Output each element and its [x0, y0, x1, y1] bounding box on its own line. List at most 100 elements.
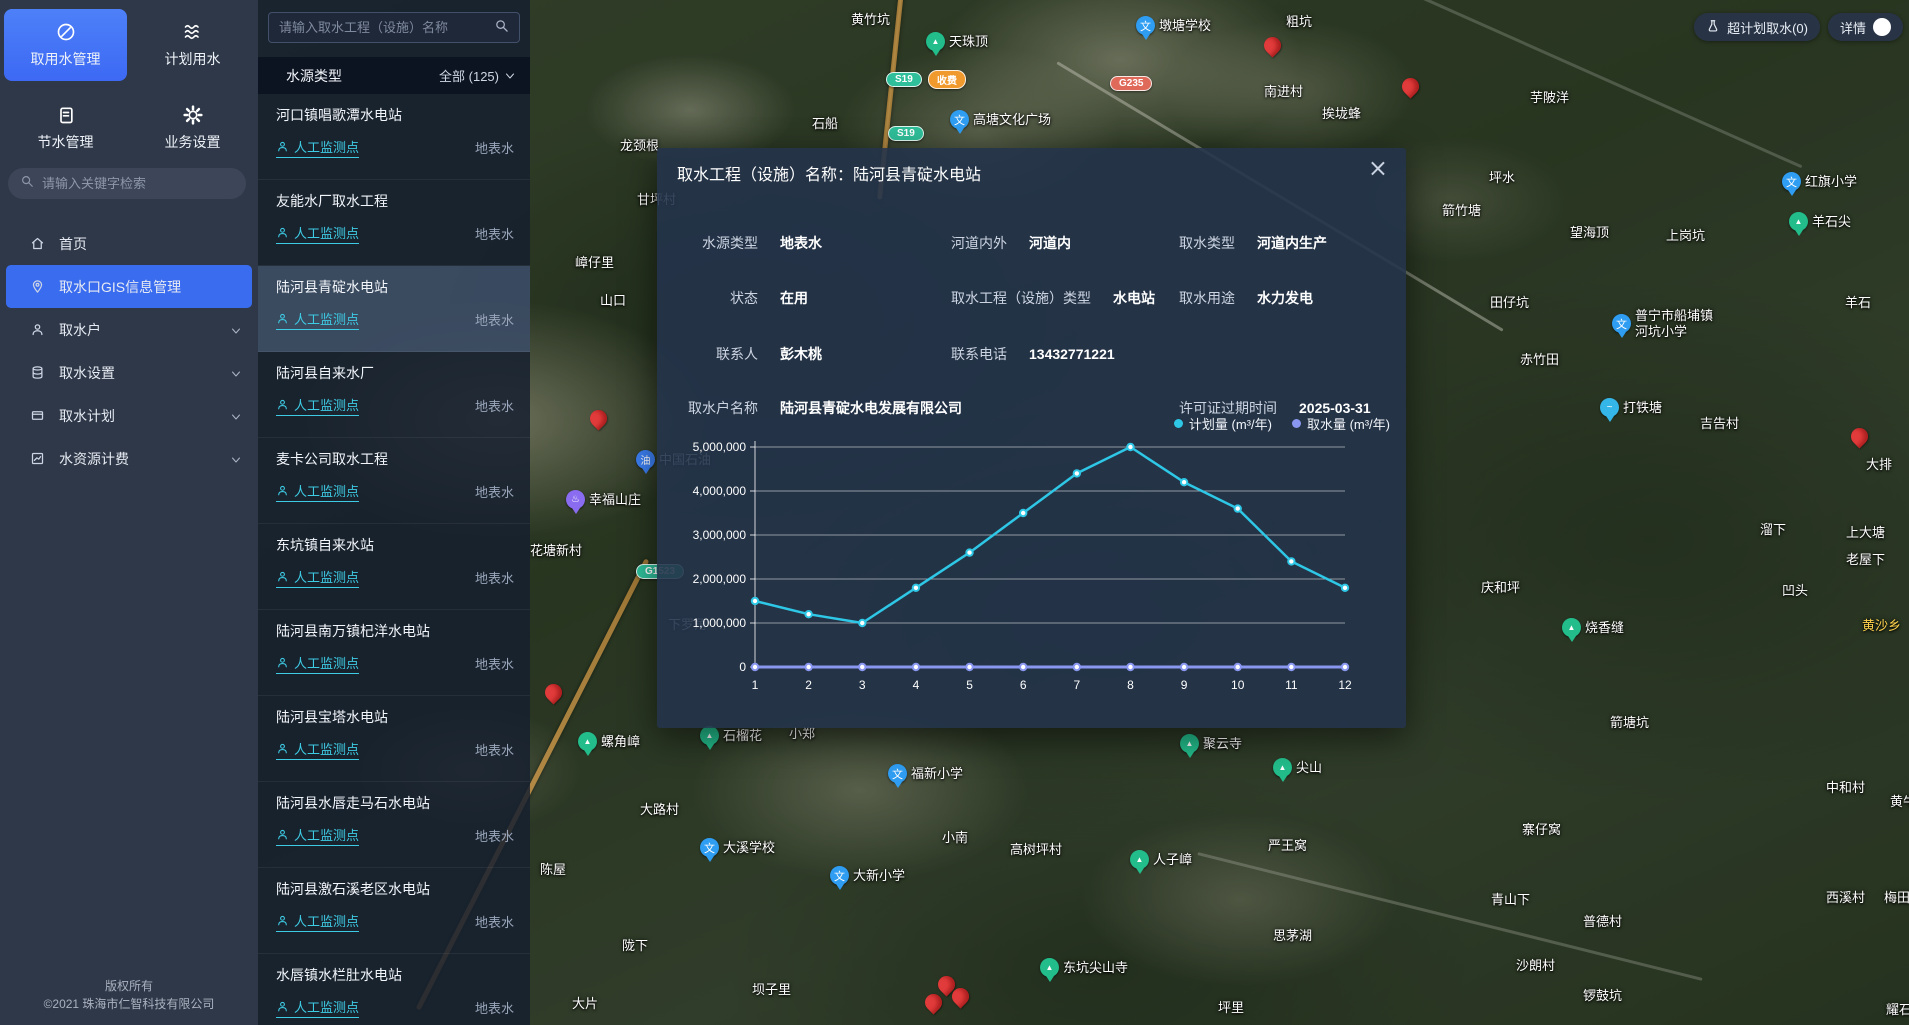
- svg-text:2,000,000: 2,000,000: [693, 572, 747, 586]
- station-subrow: 人工监测点地表水: [276, 395, 514, 416]
- station-list-item[interactable]: 陆河县南万镇杞洋水电站人工监测点地表水: [258, 610, 530, 696]
- over-plan-label: 超计划取水(0): [1727, 18, 1808, 37]
- modal-field: 取水用途水力发电: [1179, 288, 1313, 308]
- field-label: 联系电话: [951, 344, 1007, 364]
- red-map-pin[interactable]: [1398, 74, 1422, 98]
- module-business-settings[interactable]: 业务设置: [131, 92, 254, 164]
- person-icon: [276, 656, 289, 669]
- manual-monitor-link[interactable]: 人工监测点: [276, 653, 359, 674]
- station-search-input[interactable]: [279, 20, 494, 35]
- map-poi[interactable]: ~打铁塘: [1600, 398, 1662, 417]
- red-map-pin[interactable]: [586, 406, 610, 430]
- sidebar-search-input[interactable]: [42, 176, 234, 191]
- monitor-label: 人工监测点: [294, 223, 359, 242]
- map-poi-label: 人子嶂: [1153, 852, 1192, 868]
- over-plan-water-button[interactable]: 超计划取水(0): [1694, 13, 1820, 41]
- station-list-item[interactable]: 陆河县宝塔水电站人工监测点地表水: [258, 696, 530, 782]
- toggle-knob[interactable]: [1873, 18, 1891, 36]
- search-icon: [20, 174, 34, 193]
- manual-monitor-link[interactable]: 人工监测点: [276, 481, 359, 502]
- map-poi[interactable]: 文高塘文化广场: [950, 110, 1051, 129]
- map-poi[interactable]: ▲尖山: [1273, 758, 1322, 777]
- station-list-item[interactable]: 陆河县自来水厂人工监测点地表水: [258, 352, 530, 438]
- field-value: 陆河县青碇水电发展有限公司: [780, 398, 962, 418]
- map-poi-label: 螺角嶂: [601, 734, 640, 750]
- map-poi[interactable]: ▲天珠顶: [926, 32, 988, 51]
- red-map-pin[interactable]: [541, 680, 565, 704]
- field-label: 状态: [677, 288, 758, 308]
- map-poi[interactable]: 文红旗小学: [1782, 172, 1857, 191]
- map-poi[interactable]: ▲烧香缝: [1562, 618, 1624, 637]
- sidebar-item-4[interactable]: 取水计划: [0, 394, 258, 437]
- close-icon[interactable]: ×: [1368, 156, 1388, 180]
- map-poi[interactable]: ▲人子嶂: [1130, 850, 1192, 869]
- svg-text:5,000,000: 5,000,000: [693, 440, 747, 454]
- module-planned-water-use[interactable]: 计划用水: [131, 9, 254, 81]
- flask-icon: [1706, 19, 1720, 36]
- map-poi[interactable]: ▲螺角嶂: [578, 732, 640, 751]
- school-poi-icon: 文: [1612, 314, 1631, 333]
- legend-dot: [1174, 419, 1183, 428]
- map-poi[interactable]: 文大溪学校: [700, 838, 775, 857]
- sidebar-search-box[interactable]: [8, 168, 246, 199]
- red-map-pin[interactable]: [1847, 424, 1871, 448]
- map-poi[interactable]: 文普宁市船埔镇 河坑小学: [1612, 308, 1713, 339]
- station-list-item[interactable]: 东坑镇自来水站人工监测点地表水: [258, 524, 530, 610]
- manual-monitor-link[interactable]: 人工监测点: [276, 137, 359, 158]
- filter-value: 全部 (125): [439, 66, 499, 85]
- map-place-label: 嶂仔里: [575, 255, 614, 271]
- station-list-item[interactable]: 陆河县水唇走马石水电站人工监测点地表水: [258, 782, 530, 868]
- map-poi[interactable]: 文墩塘学校: [1136, 16, 1211, 35]
- manual-monitor-link[interactable]: 人工监测点: [276, 223, 359, 244]
- station-list-item[interactable]: 陆河县青碇水电站人工监测点地表水: [258, 266, 530, 352]
- sidebar-item-5[interactable]: 水资源计费: [0, 437, 258, 480]
- station-list-item[interactable]: 友能水厂取水工程人工监测点地表水: [258, 180, 530, 266]
- manual-monitor-link[interactable]: 人工监测点: [276, 309, 359, 330]
- station-list-item[interactable]: 河口镇唱歌潭水电站人工监测点地表水: [258, 94, 530, 180]
- sidebar-item-3[interactable]: 取水设置: [0, 351, 258, 394]
- manual-monitor-link[interactable]: 人工监测点: [276, 997, 359, 1018]
- filter-dropdown[interactable]: 全部 (125): [439, 66, 516, 85]
- chevron-down-icon: [230, 367, 242, 379]
- map-poi[interactable]: 文福新小学: [888, 764, 963, 783]
- station-list-item[interactable]: 水唇镇水栏肚水电站人工监测点地表水: [258, 954, 530, 1025]
- manual-monitor-link[interactable]: 人工监测点: [276, 395, 359, 416]
- map-poi[interactable]: ▲东坑尖山寺: [1040, 958, 1128, 977]
- field-label: 取水用途: [1179, 288, 1235, 308]
- module-water-saving[interactable]: 节水管理: [4, 92, 127, 164]
- manual-monitor-link[interactable]: 人工监测点: [276, 567, 359, 588]
- map-poi-label: 红旗小学: [1805, 174, 1857, 190]
- station-list-item[interactable]: 陆河县激石溪老区水电站人工监测点地表水: [258, 868, 530, 954]
- module-water-intake-management[interactable]: 取用水管理: [4, 9, 127, 81]
- modal-field: 状态在用: [677, 288, 808, 308]
- mountain-poi-icon: ▲: [1130, 850, 1149, 869]
- map-poi[interactable]: ▲羊石尖: [1789, 212, 1851, 231]
- map-poi[interactable]: ▲聚云寺: [1180, 734, 1242, 753]
- detail-toggle[interactable]: 详情: [1828, 13, 1903, 41]
- manual-monitor-link[interactable]: 人工监测点: [276, 911, 359, 932]
- field-label: 河道内外: [951, 233, 1007, 253]
- station-subrow: 人工监测点地表水: [276, 309, 514, 330]
- station-list-item[interactable]: 麦卡公司取水工程人工监测点地表水: [258, 438, 530, 524]
- map-place-label: 坝子里: [752, 982, 791, 998]
- map-place-label: 大路村: [640, 802, 679, 818]
- manual-monitor-link[interactable]: 人工监测点: [276, 739, 359, 760]
- map-poi[interactable]: 文大新小学: [830, 866, 905, 885]
- sidebar-item-1[interactable]: 取水口GIS信息管理: [6, 265, 252, 308]
- map-place-label: 普德村: [1583, 914, 1622, 930]
- mountain-poi-icon: ▲: [926, 32, 945, 51]
- sidebar-item-label: 取水设置: [59, 363, 115, 383]
- sidebar-item-label: 水资源计费: [59, 449, 129, 469]
- manual-monitor-link[interactable]: 人工监测点: [276, 825, 359, 846]
- sidebar-item-2[interactable]: 取水户: [0, 308, 258, 351]
- station-search-box[interactable]: [268, 12, 520, 43]
- sidebar-item-0[interactable]: 首页: [0, 222, 258, 265]
- red-map-pin[interactable]: [1260, 33, 1284, 57]
- gear-icon: [183, 105, 203, 125]
- red-map-pin[interactable]: [921, 990, 945, 1014]
- chevron-down-icon: [230, 410, 242, 422]
- map-poi[interactable]: ♨幸福山庄: [566, 490, 641, 509]
- person-icon: [276, 312, 289, 325]
- map-poi[interactable]: ▲石榴花: [700, 726, 762, 745]
- field-label: 取水户名称: [677, 398, 758, 418]
